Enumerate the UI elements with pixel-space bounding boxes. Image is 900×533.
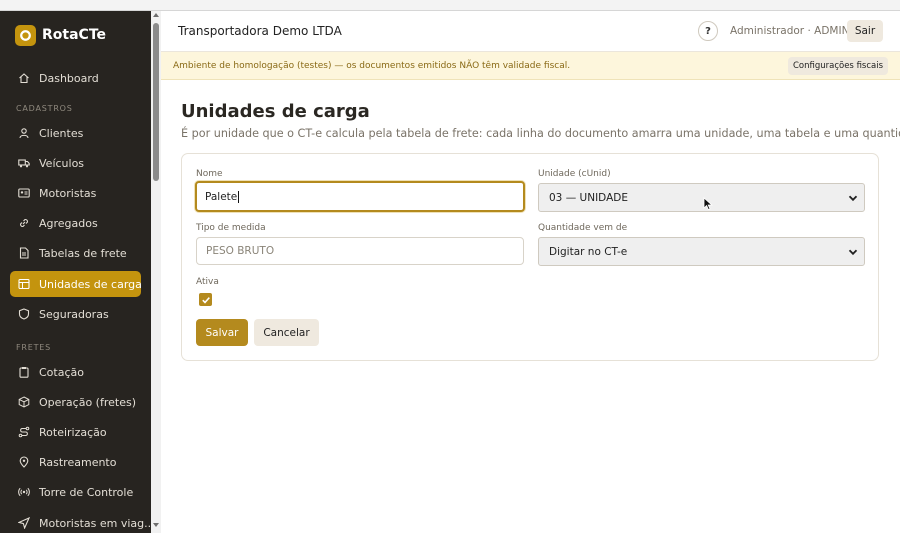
broadcast-icon bbox=[18, 486, 30, 498]
sidebar-item-label: Torre de Controle bbox=[39, 485, 134, 499]
logo-icon bbox=[15, 24, 36, 46]
sidebar-item-seguradoras[interactable]: Seguradoras bbox=[10, 301, 141, 327]
save-button[interactable]: Salvar bbox=[196, 319, 248, 346]
logout-button[interactable]: Sair bbox=[847, 20, 883, 42]
nome-value: Palete bbox=[205, 190, 238, 203]
link-icon bbox=[18, 217, 30, 229]
sidebar-item-label: Motoristas em viag... bbox=[39, 516, 151, 530]
sidebar-item-label: Cotação bbox=[39, 365, 84, 379]
user-icon bbox=[18, 127, 30, 139]
brand-name: RotaCTe bbox=[42, 27, 106, 43]
sidebar-item-unidades-de-carga[interactable]: Unidades de carga bbox=[10, 271, 142, 297]
truck-icon bbox=[18, 157, 30, 169]
document-icon bbox=[18, 247, 30, 259]
route-icon bbox=[18, 426, 30, 438]
chevron-down-icon bbox=[848, 249, 858, 256]
sidebar-item-label: Roteirização bbox=[39, 425, 107, 439]
chevron-down-icon bbox=[848, 195, 858, 202]
text-caret bbox=[238, 190, 240, 203]
fiscal-settings-button[interactable]: Configurações fiscais bbox=[788, 57, 888, 75]
sidebar-item-label: Dashboard bbox=[39, 71, 99, 85]
sidebar-item-cotacao[interactable]: Cotação bbox=[10, 359, 141, 385]
shield-icon bbox=[18, 308, 30, 320]
browser-top-strip bbox=[0, 0, 900, 11]
sidebar-item-label: Seguradoras bbox=[39, 307, 109, 321]
ativa-checkbox[interactable] bbox=[199, 293, 212, 306]
sidebar-item-label: Motoristas bbox=[39, 186, 97, 200]
tipo-medida-input[interactable]: PESO BRUTO bbox=[196, 237, 524, 265]
sidebar-item-tabelas-de-frete[interactable]: Tabelas de frete bbox=[10, 240, 141, 266]
pin-icon bbox=[18, 456, 30, 468]
sidebar-item-label: Agregados bbox=[39, 216, 98, 230]
nome-input[interactable]: Palete bbox=[195, 181, 525, 212]
unidade-select[interactable]: 03 — UNIDADE bbox=[538, 183, 865, 212]
top-header: Transportadora Demo LTDA ? Administrador… bbox=[161, 11, 900, 52]
section-cadastros: CADASTROS bbox=[16, 104, 73, 113]
sidebar-item-label: Operação (fretes) bbox=[39, 395, 137, 409]
quantidade-label: Quantidade vem de bbox=[538, 223, 628, 233]
tipo-placeholder: PESO BRUTO bbox=[206, 245, 275, 257]
sidebar-item-clientes[interactable]: Clientes bbox=[10, 120, 141, 146]
company-name: Transportadora Demo LTDA bbox=[178, 24, 342, 38]
sidebar-item-motoristas-em-viagem[interactable]: Motoristas em viag... bbox=[10, 510, 151, 533]
table-icon bbox=[18, 278, 30, 290]
ativa-label: Ativa bbox=[196, 277, 219, 287]
navigation-icon bbox=[18, 517, 30, 529]
sidebar-item-label: Veículos bbox=[39, 156, 85, 170]
page-title: Unidades de carga bbox=[181, 101, 370, 122]
scroll-thumb[interactable] bbox=[153, 23, 159, 181]
homologation-banner: Ambiente de homologação (testes) — os do… bbox=[161, 52, 900, 80]
sidebar-item-veiculos[interactable]: Veículos bbox=[10, 150, 141, 176]
unidade-value: 03 — UNIDADE bbox=[549, 191, 628, 204]
home-icon bbox=[18, 72, 30, 84]
cancel-button[interactable]: Cancelar bbox=[254, 319, 319, 346]
sidebar: RotaCTe Dashboard CADASTROS Clientes Veí… bbox=[0, 11, 151, 533]
sidebar-item-agregados[interactable]: Agregados bbox=[10, 210, 141, 236]
scroll-down-arrow[interactable] bbox=[153, 523, 159, 527]
sidebar-scrollbar[interactable] bbox=[151, 11, 161, 533]
tipo-label: Tipo de medida bbox=[196, 223, 266, 233]
scroll-up-arrow[interactable] bbox=[153, 13, 159, 17]
sidebar-item-label: Rastreamento bbox=[39, 455, 117, 469]
sidebar-item-operacao-fretes[interactable]: Operação (fretes) bbox=[10, 389, 141, 415]
check-icon bbox=[201, 296, 210, 304]
help-button[interactable]: ? bbox=[698, 21, 718, 41]
quantidade-value: Digitar no CT-e bbox=[549, 245, 628, 258]
clipboard-icon bbox=[18, 366, 30, 378]
nome-label: Nome bbox=[196, 169, 223, 179]
box-icon bbox=[18, 396, 30, 408]
sidebar-item-label: Clientes bbox=[39, 126, 84, 140]
sidebar-item-roteirizacao[interactable]: Roteirização bbox=[10, 419, 141, 445]
sidebar-item-label: Unidades de carga bbox=[39, 277, 142, 291]
sidebar-item-label: Tabelas de frete bbox=[39, 246, 127, 260]
banner-text: Ambiente de homologação (testes) — os do… bbox=[173, 61, 571, 71]
brand[interactable]: RotaCTe bbox=[15, 24, 106, 46]
id-card-icon bbox=[18, 187, 30, 199]
section-fretes: FRETES bbox=[16, 343, 52, 352]
quantidade-select[interactable]: Digitar no CT-e bbox=[538, 237, 865, 266]
sidebar-item-rastreamento[interactable]: Rastreamento bbox=[10, 449, 141, 475]
sidebar-item-motoristas[interactable]: Motoristas bbox=[10, 180, 141, 206]
sidebar-item-dashboard[interactable]: Dashboard bbox=[10, 65, 141, 91]
mouse-cursor-icon bbox=[703, 197, 713, 211]
user-label: Administrador · ADMIN bbox=[730, 25, 850, 37]
page-subtitle: É por unidade que o CT-e calcula pela ta… bbox=[181, 127, 900, 140]
sidebar-item-torre-de-controle[interactable]: Torre de Controle bbox=[10, 479, 141, 505]
unidade-label: Unidade (cUnid) bbox=[538, 169, 611, 179]
